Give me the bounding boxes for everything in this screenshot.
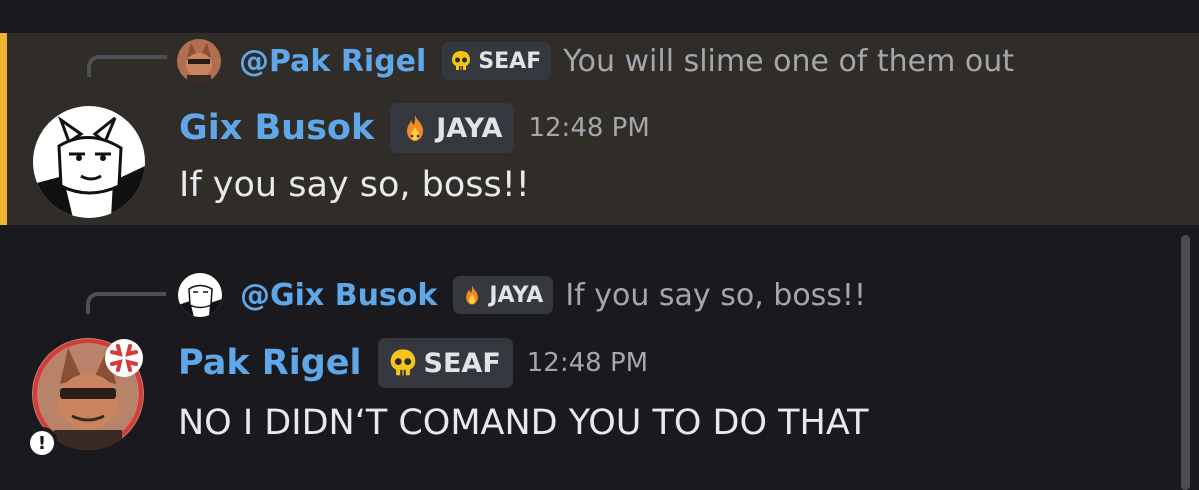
reply-connector — [86, 292, 166, 314]
reply-mention[interactable]: @Pak Rigel — [239, 44, 426, 79]
skull-icon — [390, 349, 415, 376]
reply-preview[interactable]: @Pak Rigel SEAF You will slime one of th… — [177, 37, 1014, 85]
status-badge: ! — [26, 427, 58, 459]
timestamp[interactable]: 12:48 PM — [528, 113, 649, 143]
message-header: Pak Rigel SEAF 12:48 PM — [178, 338, 648, 388]
reply-tag-label: JAYA — [489, 282, 544, 308]
reply-tag-label: SEAF — [478, 48, 542, 74]
author-tag-label: JAYA — [436, 112, 503, 144]
author-tag-jaya: JAYA — [390, 103, 515, 153]
timestamp[interactable]: 12:48 PM — [527, 348, 648, 378]
exclamation-icon: ! — [30, 431, 54, 455]
avatar-gix-busok[interactable] — [33, 106, 145, 218]
author-name[interactable]: Gix Busok — [179, 108, 374, 148]
message-content: NO I DIDN‘T COMAND YOU TO DO THAT — [178, 403, 869, 443]
flame-icon — [466, 285, 479, 305]
scrollbar[interactable] — [1181, 235, 1190, 490]
message[interactable]: @Gix Busok JAYA If you say so, boss!! ! — [0, 225, 1199, 490]
message-highlighted[interactable]: @Pak Rigel SEAF You will slime one of th… — [0, 33, 1199, 225]
anger-icon — [105, 339, 143, 377]
reply-tag-seaf: SEAF — [442, 42, 552, 80]
message-content: If you say so, boss!! — [179, 165, 530, 205]
reply-connector — [87, 55, 167, 77]
reply-mention[interactable]: @Gix Busok — [240, 278, 437, 313]
author-tag-label: SEAF — [423, 347, 501, 379]
message-header: Gix Busok JAYA 12:48 PM — [179, 103, 650, 153]
reply-tag-jaya: JAYA — [453, 276, 554, 314]
reply-avatar-pak-rigel[interactable] — [177, 39, 221, 83]
author-name[interactable]: Pak Rigel — [178, 343, 362, 383]
reply-preview[interactable]: @Gix Busok JAYA If you say so, boss!! — [178, 271, 866, 319]
author-tag-seaf: SEAF — [377, 338, 513, 388]
reply-avatar-gix-busok[interactable] — [178, 273, 222, 317]
reply-text[interactable]: If you say so, boss!! — [565, 278, 866, 313]
skull-icon — [452, 51, 471, 70]
flame-icon — [407, 115, 424, 141]
reply-text[interactable]: You will slime one of them out — [563, 44, 1014, 79]
